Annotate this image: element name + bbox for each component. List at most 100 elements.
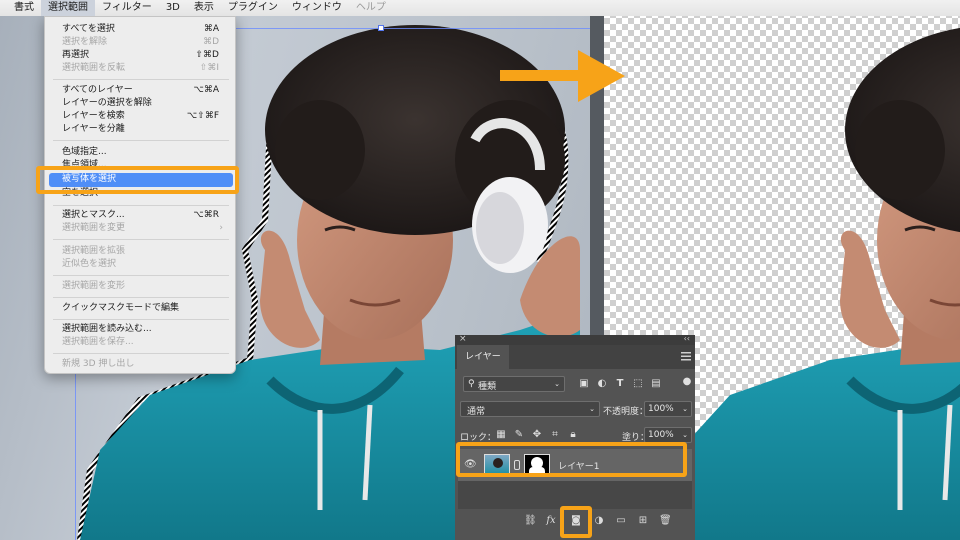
menu-view[interactable]: 表示 — [187, 0, 221, 16]
fill-value: 100% — [648, 430, 674, 440]
opacity-label: 不透明度： — [603, 407, 649, 417]
transform-handle[interactable] — [378, 25, 384, 31]
menu-help[interactable]: ヘルプ — [349, 0, 393, 16]
new-layer-icon[interactable]: ⊞ — [637, 515, 649, 527]
menu-item-all-layers[interactable]: すべてのレイヤー ⌥⌘A — [45, 84, 235, 97]
callout-select-subject — [36, 166, 239, 194]
filter-toggle-icon[interactable]: ● — [681, 376, 693, 388]
result-arrow-icon — [500, 50, 625, 102]
menu-filter[interactable]: フィルター — [95, 0, 159, 16]
menu-item-shortcut: ⇧⌘I — [199, 63, 219, 73]
menu-item-label: 選択とマスク... — [62, 210, 125, 220]
menu-3d[interactable]: 3D — [159, 0, 187, 16]
panel-tabbar: レイヤー — [455, 345, 695, 369]
menu-window[interactable]: ウィンドウ — [285, 0, 349, 16]
filter-kind-label: 種類 — [478, 382, 497, 392]
menu-separator — [53, 353, 229, 354]
opacity-input[interactable]: 100% ⌄ — [644, 401, 692, 417]
filter-pixel-icon[interactable]: ▣ — [578, 378, 590, 390]
hamburger-menu-icon[interactable] — [681, 352, 691, 361]
search-icon: ⚲ — [468, 379, 475, 389]
lock-pixels-brush-icon[interactable]: ✎ — [513, 429, 525, 441]
chevron-down-icon: ⌄ — [682, 431, 688, 439]
panel-titlebar: × ‹‹ — [455, 334, 695, 345]
lock-position-icon[interactable]: ✥ — [531, 429, 543, 441]
menu-item-label: レイヤーを検索 — [62, 111, 125, 121]
filter-smart-object-icon[interactable]: ▤ — [650, 378, 662, 390]
fill-input[interactable]: 100% ⌄ — [644, 427, 692, 443]
menu-item-isolate-layers[interactable]: レイヤーを分離 — [45, 123, 235, 136]
menu-separator — [53, 140, 229, 141]
callout-layer-row — [456, 442, 687, 477]
chevron-down-icon: ⌄ — [554, 380, 560, 388]
menu-separator — [53, 319, 229, 320]
adjustment-layer-icon[interactable]: ◑ — [593, 515, 605, 527]
blend-mode-label: 通常 — [467, 407, 486, 417]
menu-item-shortcut: ⌥⌘R — [193, 210, 219, 220]
close-icon[interactable]: × — [459, 334, 467, 344]
menu-item-quick-mask[interactable]: クイックマスクモードで編集 — [45, 302, 235, 315]
folder-icon[interactable]: ▭ — [615, 515, 627, 527]
menu-item-label: 選択を解除 — [62, 37, 108, 47]
menu-item-save-selection[interactable]: 選択範囲を保存... — [45, 336, 235, 349]
menu-item-label: すべてを選択 — [62, 24, 115, 34]
trash-icon[interactable]: 🗑︎ — [659, 515, 672, 527]
menu-item-label: 近似色を選択 — [62, 259, 117, 269]
filter-type-icon[interactable]: T — [614, 378, 626, 390]
menu-item-load-selection[interactable]: 選択範囲を読み込む... — [45, 323, 235, 336]
menu-item-shortcut: ⌘D — [203, 37, 219, 47]
menu-select[interactable]: 選択範囲 — [41, 0, 95, 16]
layer-filter-select[interactable]: ⚲ 種類 ⌄ — [463, 376, 565, 392]
menu-item-shortcut: ⌥⇧⌘F — [186, 111, 219, 121]
menu-item-label: 選択範囲を変形 — [62, 281, 126, 291]
menu-format[interactable]: 書式 — [0, 0, 41, 16]
menu-item-label: 新規 3D 押し出し — [62, 359, 135, 369]
menu-item-select-all[interactable]: すべてを選択 ⌘A — [45, 23, 235, 36]
menu-item-shortcut: ⇧⌘D — [195, 50, 219, 60]
menu-item-grow[interactable]: 選択範囲を拡張 — [45, 245, 235, 258]
menu-item-deselect-layers[interactable]: レイヤーの選択を解除 — [45, 97, 235, 110]
tab-layers[interactable]: レイヤー — [457, 345, 509, 369]
lock-artboard-icon[interactable]: ⌗ — [549, 429, 561, 441]
menu-item-shortcut: ⌘A — [203, 24, 219, 34]
submenu-chevron-icon: › — [219, 223, 223, 233]
link-layers-icon[interactable]: ⛓︎ — [524, 515, 537, 527]
menu-item-label: 再選択 — [62, 50, 90, 60]
menu-separator — [53, 275, 229, 276]
menu-separator — [53, 239, 229, 240]
menu-item-deselect[interactable]: 選択を解除 ⌘D — [45, 36, 235, 49]
menu-item-inverse[interactable]: 選択範囲を反転 ⇧⌘I — [45, 62, 235, 75]
menubar: 書式 選択範囲 フィルター 3D 表示 プラグイン ウィンドウ ヘルプ — [0, 0, 960, 16]
menu-item-label: 選択範囲を拡張 — [62, 246, 126, 256]
select-menu-dropdown: すべてを選択 ⌘A 選択を解除 ⌘D 再選択 ⇧⌘D 選択範囲を反転 ⇧⌘I す… — [44, 16, 236, 374]
menu-item-find-layers[interactable]: レイヤーを検索 ⌥⇧⌘F — [45, 110, 235, 123]
menu-item-color-range[interactable]: 色域指定... — [45, 146, 235, 159]
menu-item-similar[interactable]: 近似色を選択 — [45, 258, 235, 271]
menu-item-modify[interactable]: 選択範囲を変更 › — [45, 222, 235, 235]
chevron-down-icon: ⌄ — [682, 405, 688, 413]
menu-item-label: 選択範囲を変更 — [62, 223, 126, 233]
menu-item-label: 選択範囲を反転 — [62, 63, 126, 73]
menu-item-label: 選択範囲を読み込む... — [62, 324, 152, 334]
menu-item-reselect[interactable]: 再選択 ⇧⌘D — [45, 49, 235, 62]
filter-adjustment-icon[interactable]: ◐ — [596, 378, 608, 390]
opacity-value: 100% — [648, 404, 674, 414]
lock-transparent-icon[interactable]: ▦ — [495, 429, 507, 441]
chevron-down-icon: ⌄ — [589, 405, 595, 413]
menu-item-label: クイックマスクモードで編集 — [62, 303, 180, 313]
callout-add-mask-button — [560, 506, 592, 538]
blend-mode-select[interactable]: 通常 ⌄ — [460, 401, 600, 417]
menu-separator — [53, 205, 229, 206]
menu-item-new-3d-extrusion[interactable]: 新規 3D 押し出し — [45, 358, 235, 371]
menu-item-shortcut: ⌥⌘A — [193, 85, 219, 95]
filter-shape-icon[interactable]: ⬚ — [632, 378, 644, 390]
menu-item-label: レイヤーの選択を解除 — [62, 98, 152, 108]
menu-item-label: レイヤーを分離 — [62, 124, 125, 134]
lock-all-icon[interactable]: 🔒︎ — [567, 429, 579, 441]
fx-icon[interactable]: fx — [545, 515, 557, 527]
menu-item-label: 色域指定... — [62, 147, 107, 157]
double-chevron-icon[interactable]: ‹‹ — [684, 334, 690, 343]
menu-item-transform-selection[interactable]: 選択範囲を変形 — [45, 280, 235, 293]
menu-plugins[interactable]: プラグイン — [221, 0, 285, 16]
menu-item-select-and-mask[interactable]: 選択とマスク... ⌥⌘R — [45, 209, 235, 222]
